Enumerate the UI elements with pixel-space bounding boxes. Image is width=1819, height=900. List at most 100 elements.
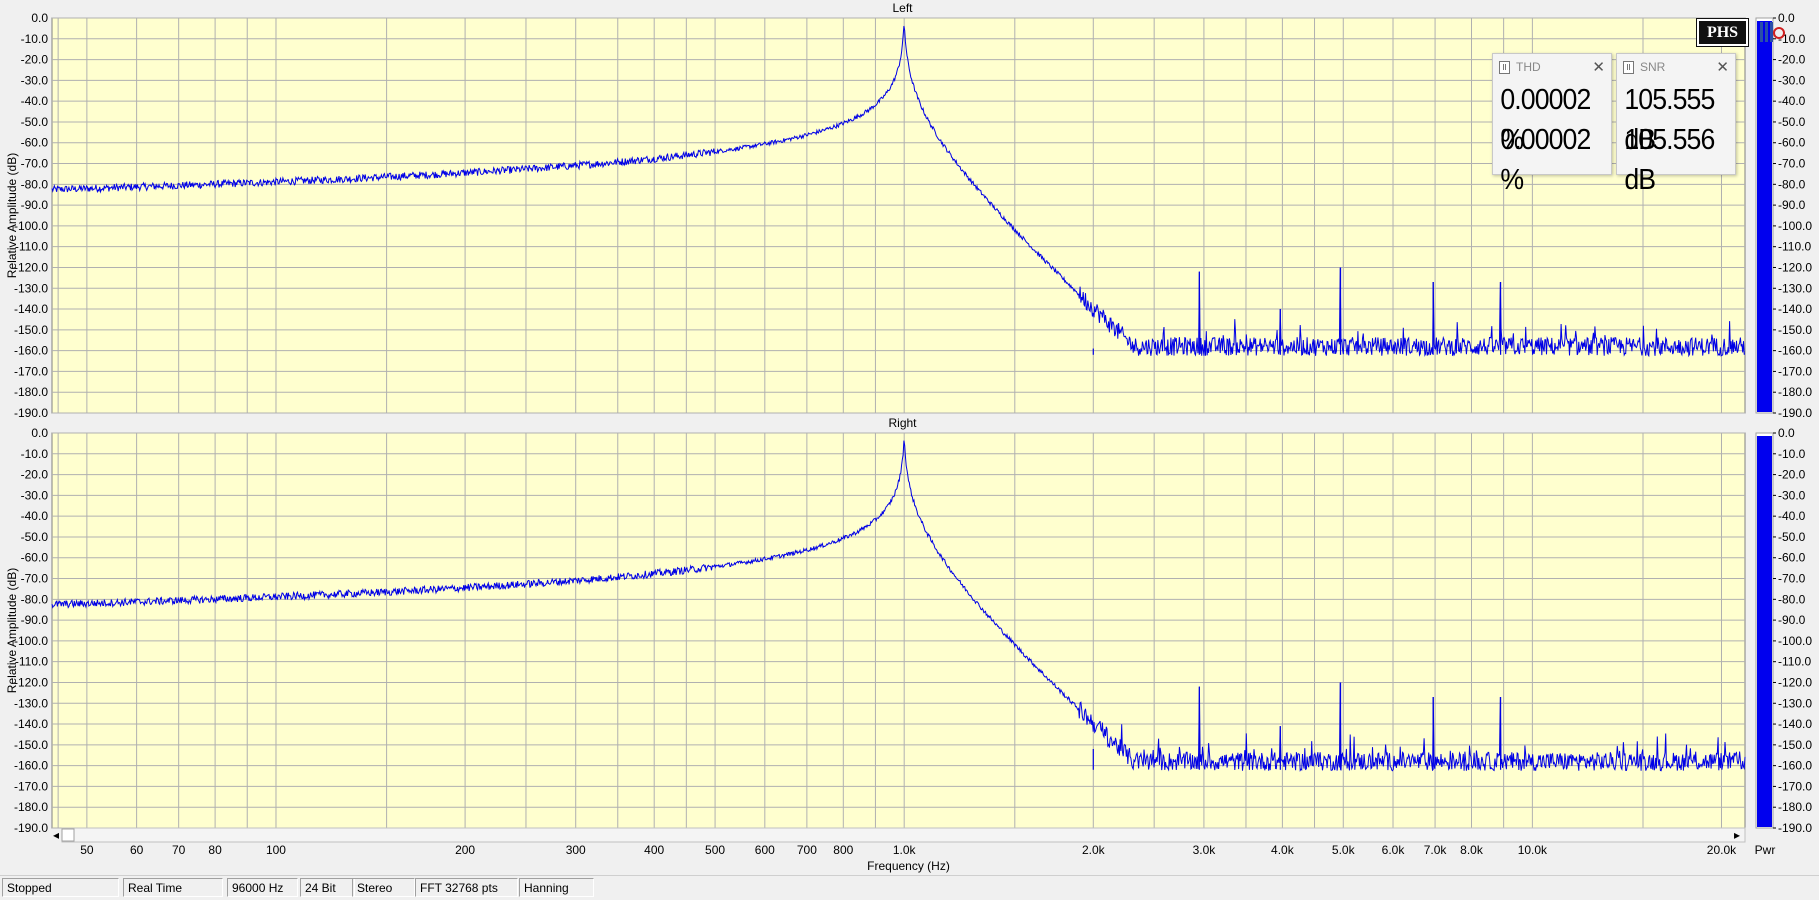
meter-tick-label: 0.0 xyxy=(1778,426,1795,440)
y-tick-label: 0.0 xyxy=(31,11,48,25)
thd-right-value: 0.00002 % xyxy=(1500,124,1591,196)
y-tick-label: -120.0 xyxy=(14,260,48,274)
panel-title: Left xyxy=(892,1,913,15)
status-fft-size: FFT 32768 pts xyxy=(415,878,518,897)
meter-tick-label: -70.0 xyxy=(1778,157,1806,171)
y-axis-title: Relative Amplitude (dB) xyxy=(5,153,19,278)
y-tick-label: -50.0 xyxy=(21,530,49,544)
x-tick-label: 70 xyxy=(172,843,186,857)
y-tick-label: -130.0 xyxy=(14,696,48,710)
meter-tick-label: -30.0 xyxy=(1778,73,1806,87)
meter-tick-label: -190.0 xyxy=(1778,821,1812,835)
x-tick-label: 700 xyxy=(797,843,817,857)
status-bar: Stopped Real Time 96000 Hz 24 Bit Stereo… xyxy=(0,875,1819,900)
y-tick-label: -150.0 xyxy=(14,738,48,752)
thd-meter-header: THD ✕ xyxy=(1493,54,1611,80)
y-tick-label: -160.0 xyxy=(14,759,48,773)
y-tick-label: -90.0 xyxy=(21,198,49,212)
meter-tick-label: -160.0 xyxy=(1778,344,1812,358)
y-tick-label: -100.0 xyxy=(14,634,48,648)
x-tick-label: 7.0k xyxy=(1424,843,1448,857)
y-tick-label: -180.0 xyxy=(14,800,48,814)
meter-tick-label: -40.0 xyxy=(1778,509,1806,523)
meter-tick-label: -110.0 xyxy=(1778,240,1811,254)
thd-meter-panel[interactable]: THD ✕ 0.00002 % 0.00002 % xyxy=(1492,53,1612,196)
y-tick-label: -190.0 xyxy=(14,821,48,835)
meter-tick-label: -130.0 xyxy=(1778,281,1812,295)
y-axis-title: Relative Amplitude (dB) xyxy=(5,568,19,693)
meter-tick-label: -120.0 xyxy=(1778,675,1812,689)
scroll-left-icon[interactable]: ◂ xyxy=(53,828,59,842)
meter-tick-label: -190.0 xyxy=(1778,406,1812,420)
meter-tick-label: -180.0 xyxy=(1778,800,1812,814)
y-tick-label: 0.0 xyxy=(31,426,48,440)
x-tick-label: 2.0k xyxy=(1082,843,1106,857)
y-tick-label: -120.0 xyxy=(14,675,48,689)
meter-tick-label: -40.0 xyxy=(1778,94,1806,108)
y-tick-label: -90.0 xyxy=(21,613,49,627)
meter-tick-label: -150.0 xyxy=(1778,738,1812,752)
y-tick-label: -20.0 xyxy=(21,468,49,482)
scroll-right-icon[interactable]: ▸ xyxy=(1734,828,1740,842)
meter-tick-label: -110.0 xyxy=(1778,655,1811,669)
y-tick-label: -40.0 xyxy=(21,94,49,108)
y-tick-label: -130.0 xyxy=(14,281,48,295)
close-icon[interactable]: ✕ xyxy=(1716,58,1729,76)
x-tick-label: 600 xyxy=(755,843,775,857)
meter-tick-label: -20.0 xyxy=(1778,53,1806,67)
meter-tick-label: -80.0 xyxy=(1778,592,1806,606)
close-icon[interactable]: ✕ xyxy=(1592,58,1605,76)
meter-tick-label: -100.0 xyxy=(1778,634,1812,648)
y-tick-label: -20.0 xyxy=(21,53,49,67)
y-tick-label: -60.0 xyxy=(21,136,49,150)
meter-tick-label: -70.0 xyxy=(1778,572,1806,586)
plot-area xyxy=(51,432,1746,829)
y-tick-label: -80.0 xyxy=(21,592,49,606)
y-tick-label: -160.0 xyxy=(14,344,48,358)
y-tick-label: -30.0 xyxy=(21,488,49,502)
y-tick-label: -170.0 xyxy=(14,779,48,793)
status-bit-depth: 24 Bit xyxy=(300,878,355,897)
x-tick-label: 300 xyxy=(566,843,586,857)
thd-left-value: 0.00002 % xyxy=(1500,84,1591,156)
status-window: Hanning xyxy=(519,878,594,897)
x-tick-label: 60 xyxy=(130,843,144,857)
meter-tick-label: -60.0 xyxy=(1778,551,1806,565)
meter-tick-label: -20.0 xyxy=(1778,468,1806,482)
meter-tick-label: -80.0 xyxy=(1778,177,1806,191)
y-tick-label: -110.0 xyxy=(15,655,48,669)
scrollbar-thumb[interactable] xyxy=(61,828,75,842)
pin-icon[interactable] xyxy=(1623,60,1634,74)
meter-tick-label: -130.0 xyxy=(1778,696,1812,710)
x-tick-label: 8.0k xyxy=(1460,843,1484,857)
x-tick-label: 100 xyxy=(266,843,286,857)
meter-tick-label: -30.0 xyxy=(1778,488,1806,502)
y-tick-label: -70.0 xyxy=(21,157,49,171)
secondary-logo-icon xyxy=(1760,22,1785,42)
meter-tick-label: -170.0 xyxy=(1778,779,1812,793)
panel-title: Right xyxy=(888,416,917,430)
x-tick-label: 500 xyxy=(705,843,725,857)
snr-meter-panel[interactable]: SNR ✕ 105.555 dB 105.556 dB xyxy=(1616,53,1736,196)
horizontal-scrollbar[interactable] xyxy=(61,827,1746,843)
power-meter-bar xyxy=(1757,436,1772,827)
x-tick-label: 5.0k xyxy=(1332,843,1356,857)
status-state: Stopped xyxy=(2,878,119,897)
y-tick-label: -30.0 xyxy=(21,73,49,87)
thd-meter-title: THD xyxy=(1516,60,1541,74)
meter-tick-label: -140.0 xyxy=(1778,717,1812,731)
x-tick-label: 20.0k xyxy=(1707,843,1737,857)
meter-tick-label: -50.0 xyxy=(1778,530,1806,544)
power-meter-bar xyxy=(1757,21,1772,412)
meter-tick-label: -140.0 xyxy=(1778,302,1812,316)
y-tick-label: -40.0 xyxy=(21,509,49,523)
snr-left-value: 105.555 dB xyxy=(1624,84,1715,156)
meter-tick-label: -60.0 xyxy=(1778,136,1806,150)
y-tick-label: -50.0 xyxy=(21,115,49,129)
y-tick-label: -140.0 xyxy=(14,717,48,731)
x-tick-label: 50 xyxy=(80,843,94,857)
snr-right-value: 105.556 dB xyxy=(1624,124,1715,196)
y-tick-label: -60.0 xyxy=(21,551,49,565)
pin-icon[interactable] xyxy=(1499,60,1510,74)
y-tick-label: -180.0 xyxy=(14,385,48,399)
